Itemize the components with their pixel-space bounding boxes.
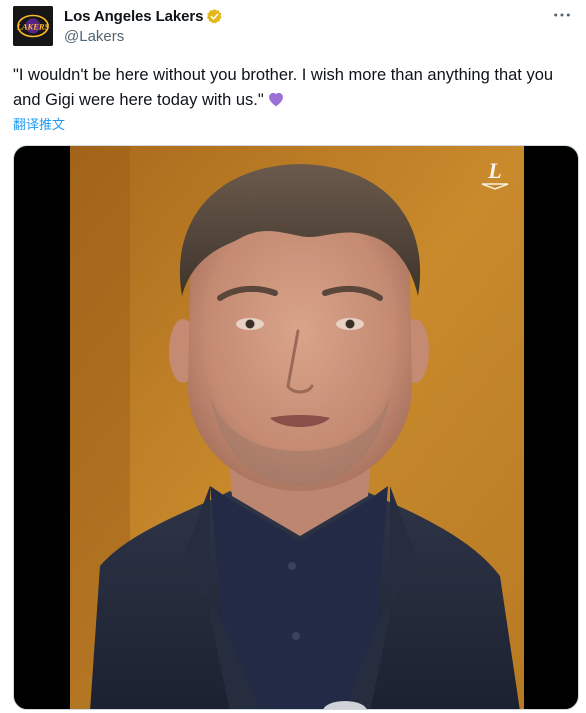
author-handle[interactable]: @Lakers bbox=[64, 28, 223, 45]
more-options-icon[interactable] bbox=[552, 8, 572, 24]
video-player[interactable]: L bbox=[13, 145, 579, 710]
verified-badge-icon bbox=[207, 8, 222, 23]
tweet-text: "I wouldn't be here without you brother.… bbox=[13, 63, 573, 113]
avatar[interactable]: LAKERS bbox=[13, 6, 53, 46]
lakers-watermark-icon: L bbox=[481, 158, 509, 190]
watermark-text: L bbox=[487, 158, 501, 183]
video-still-image bbox=[70, 146, 524, 709]
author-display-name[interactable]: Los Angeles Lakers bbox=[64, 8, 203, 25]
tweet-card: LAKERS Los Angeles Lakers @Lakers "I wou… bbox=[0, 0, 586, 713]
purple-heart-icon bbox=[268, 92, 283, 107]
avatar-logo-text: LAKERS bbox=[16, 22, 50, 32]
lakers-logo-icon: LAKERS bbox=[13, 6, 53, 46]
video-frame bbox=[70, 146, 524, 709]
author-name-row: Los Angeles Lakers bbox=[64, 6, 223, 26]
author-block: Los Angeles Lakers @Lakers bbox=[64, 6, 223, 46]
translate-post-link[interactable]: 翻译推文 bbox=[13, 114, 65, 133]
